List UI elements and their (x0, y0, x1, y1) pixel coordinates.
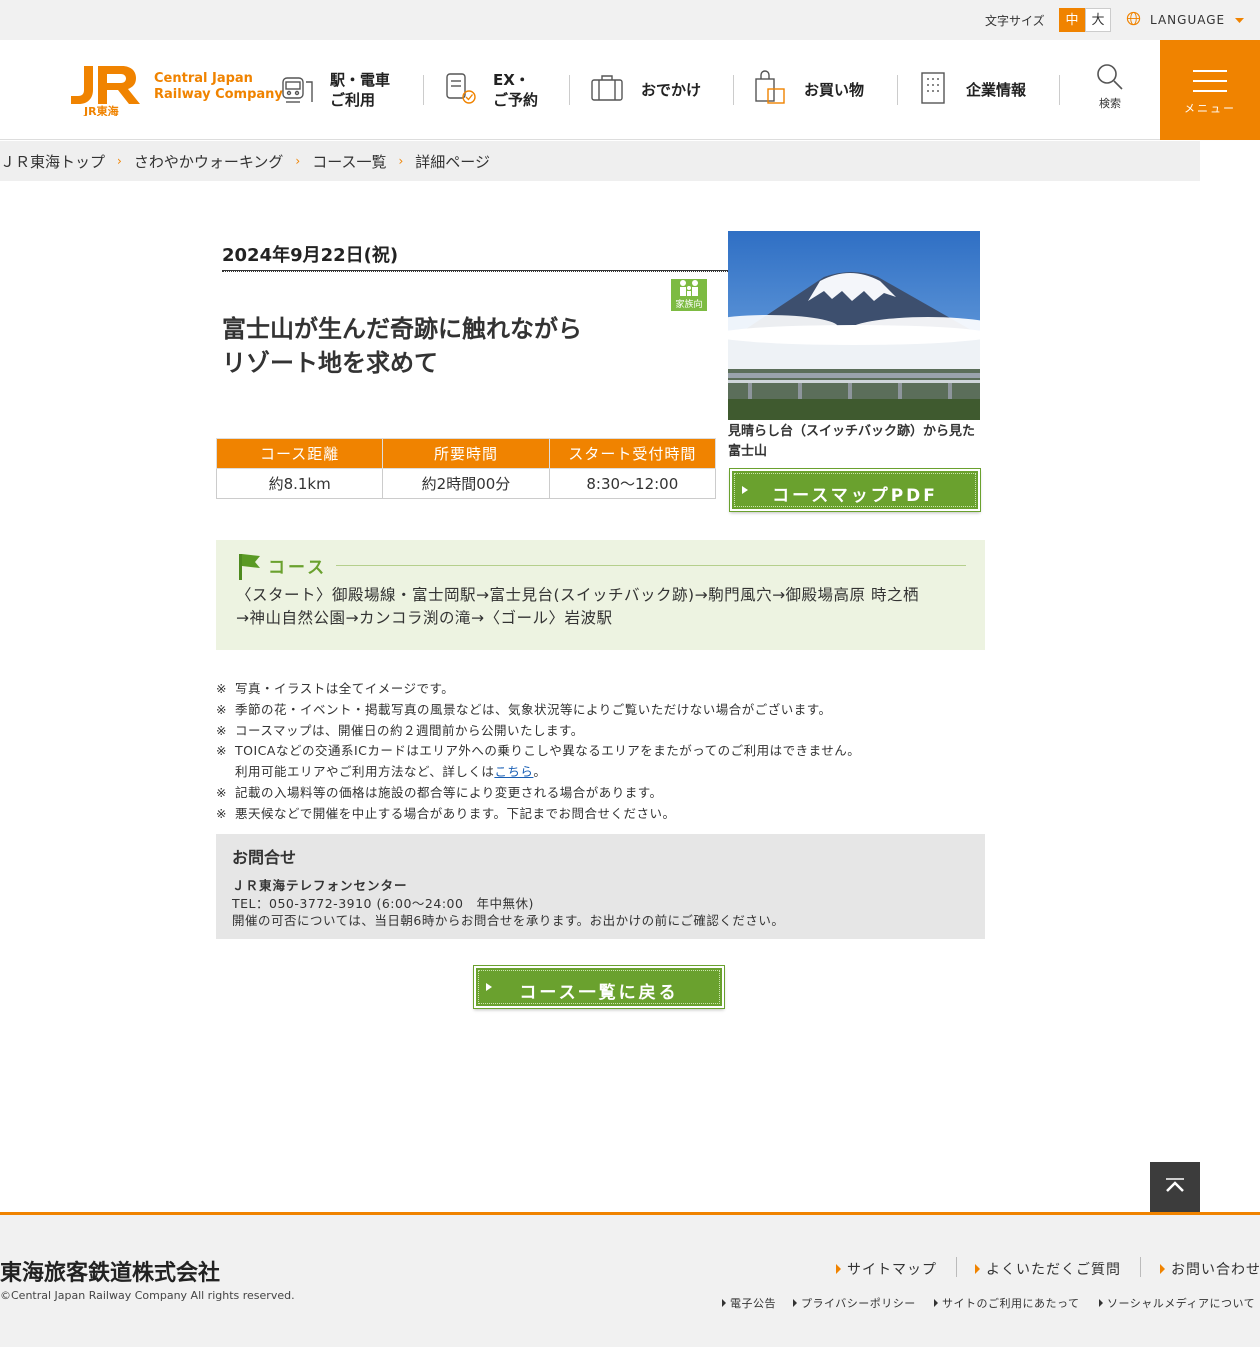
font-size-large-button[interactable]: 大 (1085, 8, 1111, 32)
search-icon (1095, 64, 1125, 95)
hamburger-icon (1193, 70, 1227, 100)
table-cell-duration: 約2時間00分 (382, 468, 550, 499)
table-header-duration: 所要時間 (382, 438, 550, 469)
family-badge: 家族向 (671, 279, 707, 311)
course-box: コース 〈スタート〉御殿場線・富士岡駅→富士見台(スイッチバック跡)→駒門風穴→… (216, 540, 985, 650)
shopping-bag-icon (752, 69, 790, 112)
breadcrumb-link-walking[interactable]: さわやかウォーキング (134, 151, 284, 172)
footer-link-faq[interactable]: よくいただくご質問 (975, 1259, 1121, 1279)
nav-corporate[interactable]: 企業情報 (916, 40, 1026, 140)
here-link[interactable]: こちら (494, 764, 533, 779)
nav-divider (423, 75, 424, 105)
nav-travel[interactable]: おでかけ (589, 40, 701, 140)
contact-box: お問合せ ＪＲ東海テレフォンセンター TEL：050-3772-3910 (6:… (216, 834, 985, 939)
triangle-right-icon (975, 1264, 980, 1274)
font-size-medium-button[interactable]: 中 (1059, 8, 1085, 32)
nav-shopping[interactable]: お買い物 (752, 40, 864, 140)
event-date: 2024年9月22日(祝) (222, 245, 399, 266)
divider (336, 565, 966, 566)
triangle-right-icon (793, 1299, 797, 1307)
breadcrumb-link-top[interactable]: ＪＲ東海トップ (0, 151, 105, 172)
nav-ex-reservation[interactable]: EX・ ご予約 (443, 40, 538, 140)
contact-note: 開催の可否については、当日朝6時からお問合せを承ります。お出かけの前にご確認くだ… (232, 913, 785, 928)
note-item: ※ 季節の花・イベント・掲載写真の風景などは、気象状況等によりご覧いただけない場合… (216, 701, 832, 717)
triangle-right-icon (836, 1264, 841, 1274)
back-to-course-list-button[interactable]: コース一覧に戻る (473, 965, 725, 1009)
globe-icon (1126, 11, 1141, 29)
footer-link-public-notice[interactable]: 電子公告 (722, 1295, 776, 1311)
table-cell-start-time: 8:30〜12:00 (548, 468, 717, 499)
footer-link-sitemap[interactable]: サイトマップ (836, 1259, 937, 1279)
building-icon (916, 70, 952, 111)
train-icon (280, 70, 316, 111)
chevron-down-icon (1235, 13, 1245, 27)
breadcrumb-link-course-list[interactable]: コース一覧 (312, 151, 386, 172)
utility-bar: 文字サイズ 中 大 LANGUAGE (0, 0, 1260, 40)
table-header-start-time: スタート受付時間 (548, 438, 717, 469)
table-cell-distance: 約8.1km (215, 468, 384, 499)
notes-list: ※ 写真・イラストは全てイメージです。 ※ 季節の花・イベント・掲載写真の風景などは… (216, 679, 860, 825)
flag-icon (237, 552, 261, 584)
course-map-pdf-button[interactable]: コースマップPDF (729, 468, 981, 512)
contact-org: ＪＲ東海テレフォンセンター (232, 878, 408, 893)
nav-divider (733, 75, 734, 105)
chevron-right-icon: › (295, 154, 301, 168)
footer-link-privacy[interactable]: プライバシーポリシー (793, 1295, 916, 1311)
svg-text:JR東海: JR東海 (83, 104, 119, 116)
nav-divider (569, 75, 570, 105)
course-route: 〈スタート〉御殿場線・富士岡駅→富士見台(スイッチバック跡)→駒門風穴→御殿場高… (236, 586, 919, 627)
jr-central-logo[interactable]: JR東海 (70, 64, 142, 120)
breadcrumb: ＪＲ東海トップ › さわやかウォーキング › コース一覧 › 詳細ページ (0, 141, 1200, 181)
triangle-right-icon (1160, 1264, 1165, 1274)
note-item: ※ TOICAなどの交通系ICカードはエリア外への乗りこしや異なるエリアをまたがっ… (216, 743, 861, 759)
language-selector[interactable]: LANGUAGE (1126, 11, 1245, 29)
language-label: LANGUAGE (1150, 13, 1226, 27)
breadcrumb-current: 詳細ページ (415, 152, 490, 171)
note-item: 利用可能エリアやご利用方法など、詳しくはこちら。 (235, 764, 547, 780)
suitcase-icon (589, 70, 627, 111)
page-top-button[interactable] (1150, 1162, 1200, 1212)
note-item: ※ 悪天候などで開催を中止する場合があります。下記までお問合せください。 (216, 805, 676, 821)
footer-copyright: ©Central Japan Railway Company All right… (0, 1289, 295, 1302)
divider (1140, 1257, 1141, 1277)
nav-divider (1059, 75, 1060, 105)
chevron-right-icon: › (398, 154, 404, 168)
table-header-distance: コース距離 (215, 438, 384, 469)
footer-link-social-media[interactable]: ソーシャルメディアについて (1099, 1295, 1255, 1311)
contact-title: お問合せ (232, 848, 297, 867)
note-item: ※ コースマップは、開催日の約２週間前から公開いたします。 (216, 722, 584, 738)
chevron-right-icon: › (117, 154, 122, 168)
nav-divider (897, 75, 898, 105)
note-item: ※ 写真・イラストは全てイメージです。 (216, 681, 455, 696)
footer-link-terms[interactable]: サイトのご利用にあたって (934, 1295, 1079, 1311)
logo-text: Central Japan Railway Company (154, 71, 283, 102)
divider (956, 1257, 957, 1277)
event-title: 富士山が生んだ奇跡に触れながら リゾート地を求めて (222, 315, 582, 377)
footer-company-name: 東海旅客鉄道株式会社 (0, 1261, 221, 1286)
course-info-table: コース距離 所要時間 スタート受付時間 約8.1km 約2時間00分 8:30〜… (215, 438, 717, 499)
font-size-label: 文字サイズ (985, 14, 1045, 28)
triangle-right-icon (1099, 1299, 1103, 1307)
search-button[interactable]: 検索 (1090, 62, 1130, 111)
nav-station-train[interactable]: 駅・電車 ご利用 (280, 40, 390, 140)
photo-caption: 見晴らし台（スイッチバック跡）から見た富士山 (728, 424, 976, 459)
triangle-right-icon (722, 1299, 726, 1307)
ticket-check-icon (443, 70, 479, 111)
triangle-right-icon (934, 1299, 938, 1307)
course-heading: コース (268, 558, 328, 578)
mount-fuji-photo (728, 231, 980, 420)
note-item: ※ 記載の入場料等の価格は施設の都合等により変更される場合があります。 (216, 784, 663, 800)
menu-button[interactable]: メニュー (1160, 40, 1260, 140)
site-header: JR東海 Central Japan Railway Company 駅・電車ご… (0, 40, 1260, 140)
footer-link-contact[interactable]: お問い合わせ (1160, 1259, 1260, 1279)
divider (222, 270, 728, 272)
site-footer: 東海旅客鉄道株式会社 ©Central Japan Railway Compan… (0, 1212, 1260, 1347)
